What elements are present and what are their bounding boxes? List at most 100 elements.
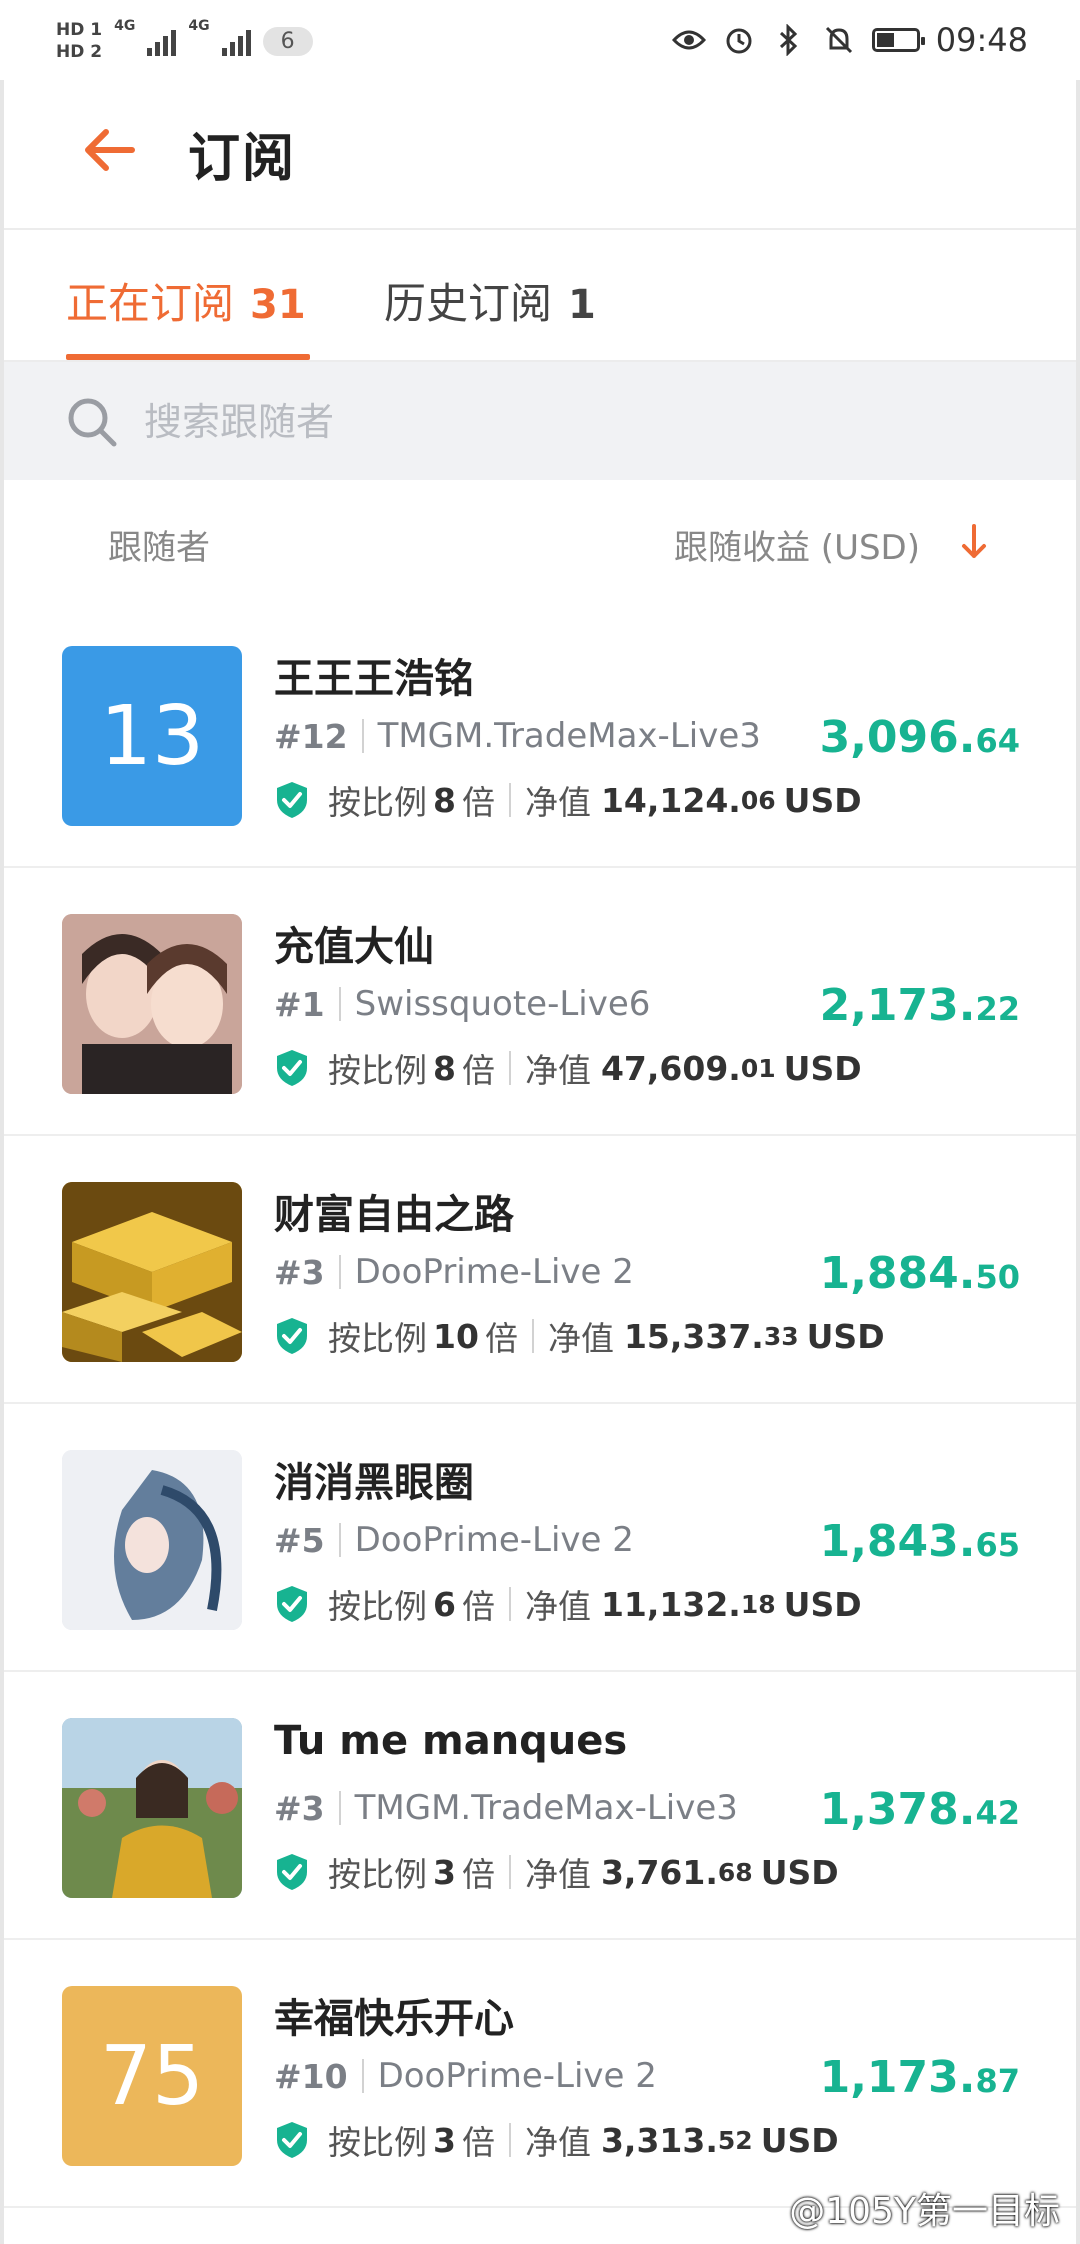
follower-name: 王王王浩铭 bbox=[274, 656, 474, 702]
follower-list: 13 王王王浩铭 #12 TMGM.TradeMax-Live3 按比例 8 倍净值 14,1… bbox=[4, 600, 1076, 2208]
follower-server: Swissquote-Live6 bbox=[354, 984, 651, 1024]
right-edge bbox=[1076, 0, 1080, 2244]
avatar: 13 bbox=[62, 646, 242, 826]
signal-2-icon bbox=[221, 26, 251, 56]
divider bbox=[508, 1051, 511, 1085]
ratio-unit: 倍 bbox=[461, 1051, 495, 1090]
avatar bbox=[62, 1718, 242, 1898]
ratio-value: 10 bbox=[433, 1316, 479, 1356]
follower-detail: 按比例 8 倍净值 14,124. 06 USD bbox=[274, 776, 862, 824]
avatar bbox=[62, 914, 242, 1094]
eye-icon bbox=[671, 23, 706, 57]
ratio-label: 按比例 bbox=[328, 1855, 427, 1894]
net-value-dec: 68 bbox=[717, 1857, 753, 1887]
follower-profit: 1,173.87 bbox=[820, 2052, 1020, 2103]
sort-down-icon[interactable] bbox=[956, 520, 992, 564]
ratio-unit: 倍 bbox=[461, 1587, 495, 1626]
net-value-int: 3,761. bbox=[600, 1852, 718, 1892]
net-currency: USD bbox=[806, 1316, 885, 1356]
column-headers: 跟随者 跟随收益 (USD) bbox=[0, 480, 1080, 600]
follower-meta: #1 Swissquote-Live6 bbox=[274, 984, 650, 1024]
net-label: 净值 bbox=[547, 1319, 614, 1358]
tab-history[interactable]: 历史订阅 1 bbox=[384, 270, 596, 331]
ratio-value: 8 bbox=[433, 780, 456, 820]
profit-int: 1,884. bbox=[819, 1248, 976, 1299]
follower-profit: 1,378.42 bbox=[820, 1784, 1020, 1835]
follower-rank: #5 bbox=[274, 1520, 325, 1560]
divider bbox=[338, 1791, 341, 1825]
shield-check-icon bbox=[277, 1318, 307, 1354]
tab-subscribing[interactable]: 正在订阅 31 bbox=[66, 270, 306, 331]
follower-detail: 按比例 10 倍净值 15,337. 33 USD bbox=[274, 1312, 885, 1360]
battery-level bbox=[876, 33, 894, 47]
shield-check-icon bbox=[277, 2122, 307, 2158]
tab-bar: 正在订阅 31 历史订阅 1 bbox=[4, 230, 1076, 362]
follower-row[interactable]: 消消黑眼圈 #5 DooPrime-Live 2 按比例 6 倍净值 11,132. 18 US… bbox=[4, 1404, 1076, 1672]
follower-detail: 按比例 3 倍净值 3,761. 68 USD bbox=[274, 1848, 839, 1896]
ratio-value: 6 bbox=[433, 1584, 456, 1624]
tab-count: 31 bbox=[250, 282, 306, 328]
net-currency: USD bbox=[783, 1584, 862, 1624]
net-currency: USD bbox=[783, 1048, 862, 1088]
net-value-dec: 18 bbox=[740, 1589, 776, 1619]
avatar bbox=[62, 1450, 242, 1630]
hd-indicators: HD 1 HD 2 bbox=[56, 21, 102, 61]
divider bbox=[361, 2059, 364, 2093]
follower-name: 充值大仙 bbox=[274, 924, 434, 970]
follower-row[interactable]: Tu me manques #3 TMGM.TradeMax-Live3 按比例 3 倍净… bbox=[4, 1672, 1076, 1940]
search-icon bbox=[64, 394, 120, 450]
status-bar: HD 1 HD 2 4G 4G 6 09:48 bbox=[0, 0, 1080, 80]
col-profit-label[interactable]: 跟随收益 (USD) bbox=[674, 520, 920, 569]
search-input[interactable] bbox=[142, 392, 966, 452]
ratio-value: 3 bbox=[433, 2120, 456, 2160]
arrow-left-icon[interactable] bbox=[80, 120, 140, 180]
follower-server: DooPrime-Live 2 bbox=[377, 2056, 657, 2096]
divider bbox=[338, 987, 341, 1021]
profit-dec: 22 bbox=[975, 990, 1020, 1028]
profit-int: 1,378. bbox=[819, 1784, 976, 1835]
follower-detail: 按比例 3 倍净值 3,313. 52 USD bbox=[274, 2116, 839, 2164]
profit-int: 2,173. bbox=[819, 980, 976, 1031]
follower-meta: #5 DooPrime-Live 2 bbox=[274, 1520, 634, 1560]
follower-profit: 1,843.65 bbox=[820, 1516, 1020, 1567]
ratio-label: 按比例 bbox=[328, 1319, 427, 1358]
follower-name: 财富自由之路 bbox=[274, 1192, 514, 1238]
avatar-text: 75 bbox=[99, 2028, 205, 2124]
sim-badge: 6 bbox=[262, 26, 313, 56]
tab-label: 正在订阅 bbox=[66, 279, 235, 328]
profit-dec: 64 bbox=[975, 722, 1020, 760]
profit-dec: 65 bbox=[975, 1526, 1020, 1564]
signal-1-icon bbox=[147, 26, 177, 56]
active-tab-indicator bbox=[66, 354, 310, 360]
status-right: 09:48 bbox=[671, 18, 1028, 62]
profit-dec: 42 bbox=[975, 1794, 1020, 1832]
bell-muted-icon bbox=[822, 23, 856, 57]
net-value-int: 15,337. bbox=[623, 1316, 764, 1356]
shield-check-icon bbox=[277, 1854, 307, 1890]
follower-detail: 按比例 6 倍净值 11,132. 18 USD bbox=[274, 1580, 862, 1628]
ratio-label: 按比例 bbox=[328, 1587, 427, 1626]
ratio-unit: 倍 bbox=[461, 1855, 495, 1894]
divider bbox=[508, 1855, 511, 1889]
net-value-int: 11,132. bbox=[600, 1584, 741, 1624]
divider bbox=[338, 1255, 341, 1289]
follower-row[interactable]: 财富自由之路 #3 DooPrime-Live 2 按比例 10 倍净值 15,337. 33… bbox=[4, 1136, 1076, 1404]
follower-row[interactable]: 13 王王王浩铭 #12 TMGM.TradeMax-Live3 按比例 8 倍净值 14,1… bbox=[4, 600, 1076, 868]
avatar bbox=[62, 1182, 242, 1362]
follower-rank: #1 bbox=[274, 984, 325, 1024]
net-value-dec: 01 bbox=[740, 1053, 776, 1083]
net1-label: 4G bbox=[114, 18, 136, 34]
follower-meta: #10 DooPrime-Live 2 bbox=[274, 2056, 657, 2096]
follower-rank: #10 bbox=[274, 2056, 348, 2096]
follower-row[interactable]: 75 幸福快乐开心 #10 DooPrime-Live 2 按比例 3 倍净值 3,313. 5… bbox=[4, 1940, 1076, 2208]
follower-server: DooPrime-Live 2 bbox=[354, 1520, 634, 1560]
avatar-text: 13 bbox=[99, 688, 205, 784]
col-follower-label: 跟随者 bbox=[108, 528, 210, 568]
follower-row[interactable]: 充值大仙 #1 Swissquote-Live6 按比例 8 倍净值 47,609. 01 US… bbox=[4, 868, 1076, 1136]
net-label: 净值 bbox=[524, 1051, 591, 1090]
net-label: 净值 bbox=[524, 1855, 591, 1894]
net-value-dec: 06 bbox=[740, 785, 776, 815]
app-header: 订阅 bbox=[4, 80, 1076, 230]
ratio-unit: 倍 bbox=[461, 2123, 495, 2162]
ratio-unit: 倍 bbox=[461, 783, 495, 822]
